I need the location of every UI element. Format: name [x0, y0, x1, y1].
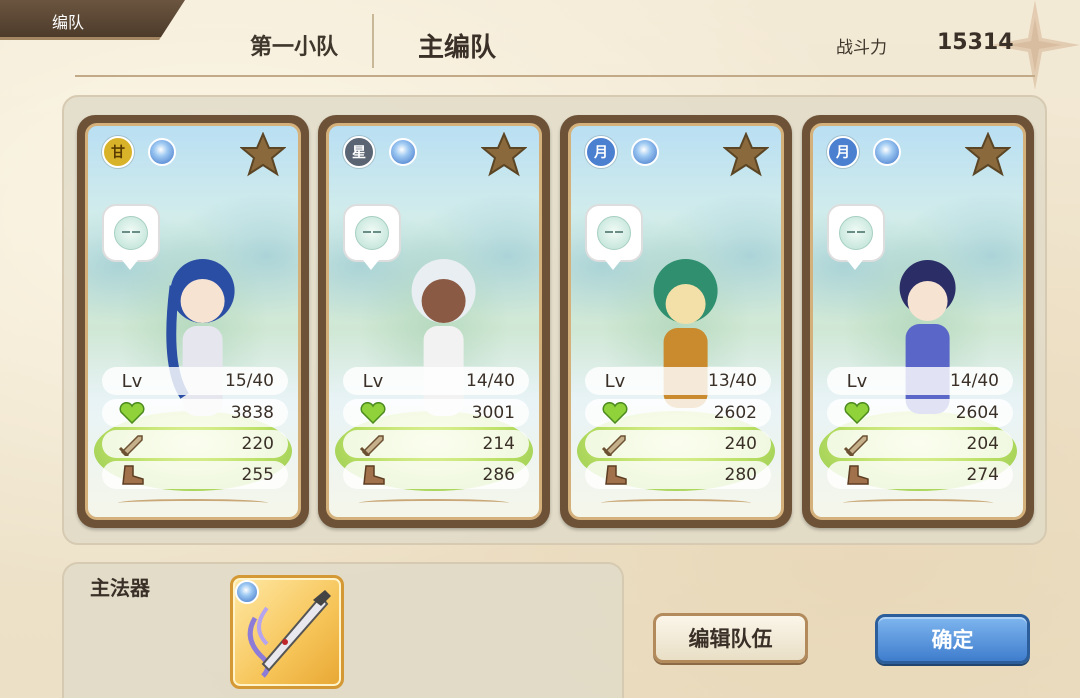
atk-value: 204 [966, 434, 999, 454]
mood-face-icon [355, 216, 389, 250]
spd-value: 274 [966, 465, 999, 485]
class-badge: 月 [827, 136, 859, 168]
mood-face-icon [114, 216, 148, 250]
character-card-4[interactable]: 月 Lv 14/40 2604 204 274 [802, 115, 1034, 528]
class-badge: 甘 [102, 136, 134, 168]
heart-icon [343, 402, 403, 424]
atk-value: 220 [241, 434, 274, 454]
hp-value: 3001 [471, 403, 515, 423]
level-row: Lv 15/40 [102, 367, 288, 395]
card-portrait: 甘 Lv 15/40 3838 220 255 [85, 123, 301, 520]
hp-row: 2604 [827, 399, 1013, 427]
level-value: 15/40 [225, 371, 274, 391]
boot-icon [343, 464, 403, 486]
level-row: Lv 13/40 [585, 367, 771, 395]
class-badge: 月 [585, 136, 617, 168]
mood-face-icon [597, 216, 631, 250]
atk-row: 220 [102, 430, 288, 458]
atk-row: 240 [585, 430, 771, 458]
heart-icon [827, 402, 887, 424]
level-value: 14/40 [950, 371, 999, 391]
subteam-tab[interactable]: 第一小队 [250, 29, 338, 61]
atk-row: 204 [827, 430, 1013, 458]
level-value: 13/40 [708, 371, 757, 391]
spd-row: 274 [827, 461, 1013, 489]
level-label: Lv [604, 370, 626, 392]
character-card-3[interactable]: 月 Lv 13/40 2602 240 280 [560, 115, 792, 528]
formation-tab-label: 编队 [52, 13, 85, 32]
hp-value: 2604 [955, 403, 999, 423]
hp-value: 3838 [230, 403, 274, 423]
spd-row: 286 [343, 461, 529, 489]
edit-team-label: 编辑队伍 [688, 627, 773, 651]
edit-team-button[interactable]: 编辑队伍 [653, 613, 808, 663]
element-water-icon [389, 138, 417, 166]
class-badge: 星 [343, 136, 375, 168]
power-label: 战斗力 [836, 38, 887, 58]
level-label: Lv [362, 370, 384, 392]
blade-artifact-icon [247, 590, 331, 678]
rank-star-icon [723, 132, 769, 177]
hp-row: 2602 [585, 399, 771, 427]
hp-row: 3838 [102, 399, 288, 427]
artifact-slot[interactable] [230, 575, 344, 689]
sword-icon [585, 432, 645, 456]
boot-icon [102, 464, 162, 486]
hp-row: 3001 [343, 399, 529, 427]
card-portrait: 月 Lv 13/40 2602 240 280 [568, 123, 784, 520]
rank-star-icon [240, 132, 286, 177]
confirm-button[interactable]: 确定 [875, 614, 1030, 664]
atk-value: 214 [482, 434, 515, 454]
artifact-label: 主法器 [90, 576, 150, 600]
rank-star-icon [965, 132, 1011, 177]
hp-value: 2602 [713, 403, 757, 423]
element-water-icon [631, 138, 659, 166]
mood-face-icon [839, 216, 873, 250]
spd-value: 286 [482, 465, 515, 485]
mood-bubble [585, 204, 643, 270]
mood-bubble [343, 204, 401, 270]
level-label: Lv [121, 370, 143, 392]
level-label: Lv [846, 370, 868, 392]
level-row: Lv 14/40 [343, 367, 529, 395]
level-row: Lv 14/40 [827, 367, 1013, 395]
spd-row: 255 [102, 461, 288, 489]
character-card-1[interactable]: 甘 Lv 15/40 3838 220 255 [77, 115, 309, 528]
formation-tab[interactable]: 编队 [0, 0, 185, 40]
spd-value: 280 [724, 465, 757, 485]
sword-icon [102, 432, 162, 456]
card-portrait: 月 Lv 14/40 2604 204 274 [810, 123, 1026, 520]
mainteam-title: 主编队 [418, 33, 497, 63]
level-value: 14/40 [466, 371, 515, 391]
confirm-label: 确定 [931, 628, 974, 652]
spd-value: 255 [241, 465, 274, 485]
atk-value: 240 [724, 434, 757, 454]
header-divider [372, 14, 374, 68]
heart-icon [585, 402, 645, 424]
boot-icon [827, 464, 887, 486]
sword-icon [827, 432, 887, 456]
heart-icon [102, 402, 162, 424]
sword-icon [343, 432, 403, 456]
spd-row: 280 [585, 461, 771, 489]
element-water-icon [148, 138, 176, 166]
element-water-icon [873, 138, 901, 166]
power-value: 15314 [937, 30, 1014, 55]
character-card-2[interactable]: 星 Lv 14/40 3001 214 286 [318, 115, 550, 528]
mood-bubble [827, 204, 885, 270]
mood-bubble [102, 204, 160, 270]
card-portrait: 星 Lv 14/40 3001 214 286 [326, 123, 542, 520]
header-underline [75, 75, 1035, 77]
rank-star-icon [481, 132, 527, 177]
boot-icon [585, 464, 645, 486]
atk-row: 214 [343, 430, 529, 458]
